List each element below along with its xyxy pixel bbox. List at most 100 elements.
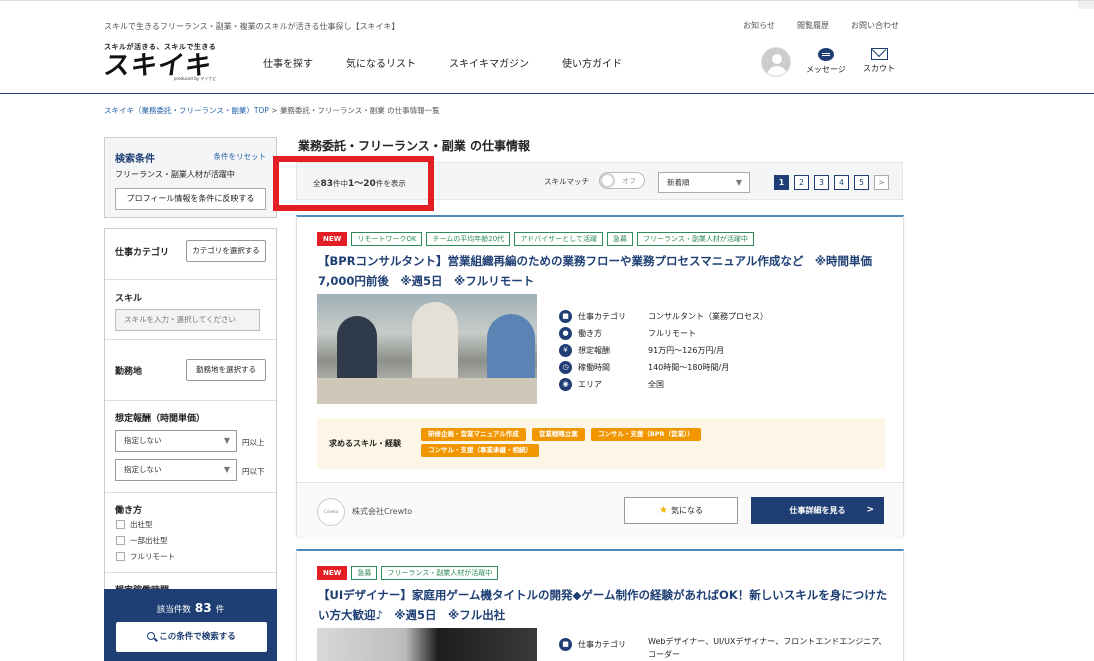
skill-label: スキル [115, 294, 143, 304]
pay-label: 想定報酬（時間単価） [115, 414, 206, 424]
history-link[interactable]: 閲覧履歴 [797, 20, 829, 31]
job-tags: NEW 急募 フリーランス・副業人材が活躍中 [317, 566, 499, 580]
page-1[interactable]: 1 [774, 175, 789, 190]
select-category-button[interactable]: カテゴリを選択する [186, 240, 266, 262]
category-filter: 仕事カテゴリ カテゴリを選択する [105, 229, 276, 280]
location-label: 勤務地 [115, 367, 143, 377]
result-count-number: 83 [194, 601, 212, 615]
message-button[interactable]: メッセージ [806, 48, 846, 75]
tag: アドバイザーとして活躍 [514, 232, 603, 246]
star-icon: ★ [659, 505, 668, 516]
page-next[interactable]: > [874, 175, 889, 190]
highlight-box [273, 156, 434, 211]
apply-profile-button[interactable]: プロフィール情報を条件に反映する [115, 188, 266, 210]
header-divider [0, 93, 1094, 94]
search-icon [147, 632, 156, 640]
page-3[interactable]: 3 [814, 175, 829, 190]
sort-select[interactable]: 新着順 [658, 172, 750, 193]
notice-link[interactable]: お知らせ [743, 20, 775, 31]
breadcrumb: スキイキ（業務委託・フリーランス・副業）TOP > 業務委託・フリーランス・副業… [104, 105, 440, 116]
page-5[interactable]: 5 [854, 175, 869, 190]
nav-find-jobs[interactable]: 仕事を探す [263, 55, 313, 70]
skill-chip: 研修企画・営業マニュアル作成 [421, 428, 526, 441]
nav-favorites[interactable]: 気になるリスト [346, 55, 416, 70]
category-label: 仕事カテゴリ [115, 248, 170, 258]
global-nav: 仕事を探す 気になるリスト スキイキマガジン 使い方ガイド [263, 55, 655, 70]
nav-magazine[interactable]: スキイキマガジン [449, 55, 529, 70]
tag: 急募 [606, 232, 633, 246]
avatar[interactable] [761, 47, 791, 77]
result-count: 該当件数 83 件 [156, 601, 225, 615]
breadcrumb-home[interactable]: スキイキ（業務委託・フリーランス・副業）TOP [104, 106, 269, 115]
skill-chips: 研修企画・営業マニュアル作成 営業戦略立案 コンサル・支援（BPR（営業）） コ… [421, 428, 781, 457]
work-style-filter: 働き方 出社型 一部出社型 フルリモート [105, 493, 276, 573]
mail-icon [870, 48, 888, 60]
clock-icon: ◷ [559, 361, 572, 374]
detail-row: ● 働き方 フルリモート [559, 325, 768, 342]
pay-max-unit: 円以下 [242, 467, 265, 476]
job-details: ■ 仕事カテゴリ Webデザイナー、UI/UXデザイナー、フロントエンドエンジニ… [559, 635, 888, 661]
tag-new: NEW [317, 232, 348, 246]
pay-min-select[interactable]: 指定しない [115, 430, 237, 452]
favorite-button[interactable]: ★ 気になる [624, 497, 738, 524]
logo-produced-by: produced by マイナビ [174, 76, 217, 81]
toggle-knob [601, 174, 614, 187]
message-label: メッセージ [806, 65, 846, 74]
pay-max-select[interactable]: 指定しない [115, 459, 237, 481]
tag: 急募 [351, 566, 378, 580]
tag: フリーランス・副業人材が活躍中 [381, 566, 499, 580]
job-card[interactable]: NEW 急募 フリーランス・副業人材が活躍中 【UIデザイナー】家庭用ゲーム機タ… [296, 549, 904, 661]
skill-input[interactable]: スキルを入力・選択してください [115, 309, 260, 331]
job-title[interactable]: 【BPRコンサルタント】営業組織再編のための業務フローや業務プロセスマニュアル作… [318, 251, 888, 291]
work-style-option-remote[interactable]: フルリモート [116, 551, 175, 562]
person-icon: ● [559, 327, 572, 340]
select-location-button[interactable]: 勤務地を選択する [186, 359, 266, 381]
skill-match-label: スキルマッチ [544, 177, 589, 186]
message-icon [817, 48, 834, 61]
site-logo[interactable]: スキルが活きる、スキルで生きる スキイキ produced by マイナビ [102, 42, 232, 86]
result-count-bar: 該当件数 83 件 この条件で検索する [104, 589, 277, 661]
skill-filter: スキル スキルを入力・選択してください [105, 280, 276, 340]
tag: チームの平均年齢20代 [426, 232, 511, 246]
detail-row: ◉ エリア 全国 [559, 376, 768, 393]
search-conditions-panel: 検索条件 条件をリセット フリーランス・副業人材が活躍中 プロフィール情報を条件… [104, 137, 277, 218]
work-style-option-office[interactable]: 出社型 [116, 519, 153, 530]
skill-chip: 営業戦略立案 [531, 428, 585, 441]
page-4[interactable]: 4 [834, 175, 849, 190]
work-style-option-partial[interactable]: 一部出社型 [116, 535, 168, 546]
work-style-label: 働き方 [115, 506, 143, 516]
site-tagline: スキルで生きるフリーランス・副業・複業のスキルが活きる仕事探し【スキイキ】 [104, 22, 400, 31]
briefcase-icon: ■ [559, 638, 572, 651]
skill-chip: コンサル・支援（BPR（営業）） [590, 428, 701, 441]
reset-conditions-link[interactable]: 条件をリセット [214, 151, 267, 162]
scrollbar-corner [1078, 1, 1094, 9]
yen-icon: ¥ [559, 344, 572, 357]
breadcrumb-current: 業務委託・フリーランス・副業 の仕事情報一覧 [279, 106, 440, 115]
job-card[interactable]: NEW リモートワークOK チームの平均年齢20代 アドバイザーとして活躍 急募… [296, 215, 904, 537]
toggle-state: オフ [622, 177, 636, 185]
required-skills: 求めるスキル・経験 研修企画・営業マニュアル作成 営業戦略立案 コンサル・支援（… [317, 418, 885, 469]
browser-top-edge [0, 0, 1094, 9]
company-name: 株式会社Crewto [352, 507, 413, 516]
detail-row: ¥ 想定報酬 91万円〜126万円/月 [559, 342, 768, 359]
scout-button[interactable]: スカウト [863, 48, 895, 74]
job-card-footer: Crewto 株式会社Crewto ★ 気になる 仕事詳細を見る > [297, 482, 903, 537]
tag: フリーランス・副業人材が活躍中 [636, 232, 754, 246]
skill-match-toggle[interactable]: オフ [599, 172, 645, 189]
search-with-conditions-button[interactable]: この条件で検索する [116, 622, 267, 652]
chevron-right-icon: > [866, 505, 874, 515]
nav-guide[interactable]: 使い方ガイド [562, 55, 622, 70]
view-details-button[interactable]: 仕事詳細を見る > [751, 497, 884, 524]
tag: リモートワークOK [351, 232, 423, 246]
job-details: ■ 仕事カテゴリ コンサルタント（業務プロセス） ● 働き方 フルリモート ¥ 想定報酬 9… [559, 308, 768, 393]
utility-links: お知らせ 閲覧履歴 お問い合わせ [743, 20, 899, 31]
detail-row: ■ 仕事カテゴリ コンサルタント（業務プロセス） [559, 308, 768, 325]
location-filter: 勤務地 勤務地を選択する [105, 340, 276, 401]
job-photo [317, 628, 537, 661]
page-title: 業務委託・フリーランス・副業 の仕事情報 [298, 139, 530, 153]
detail-row: ◷ 稼働時間 140時間〜180時間/月 [559, 359, 768, 376]
page-2[interactable]: 2 [794, 175, 809, 190]
tag-new: NEW [317, 566, 348, 580]
job-title[interactable]: 【UIデザイナー】家庭用ゲーム機タイトルの開発◆ゲーム制作の経験があればOK！新… [318, 585, 888, 625]
contact-link[interactable]: お問い合わせ [851, 20, 899, 31]
